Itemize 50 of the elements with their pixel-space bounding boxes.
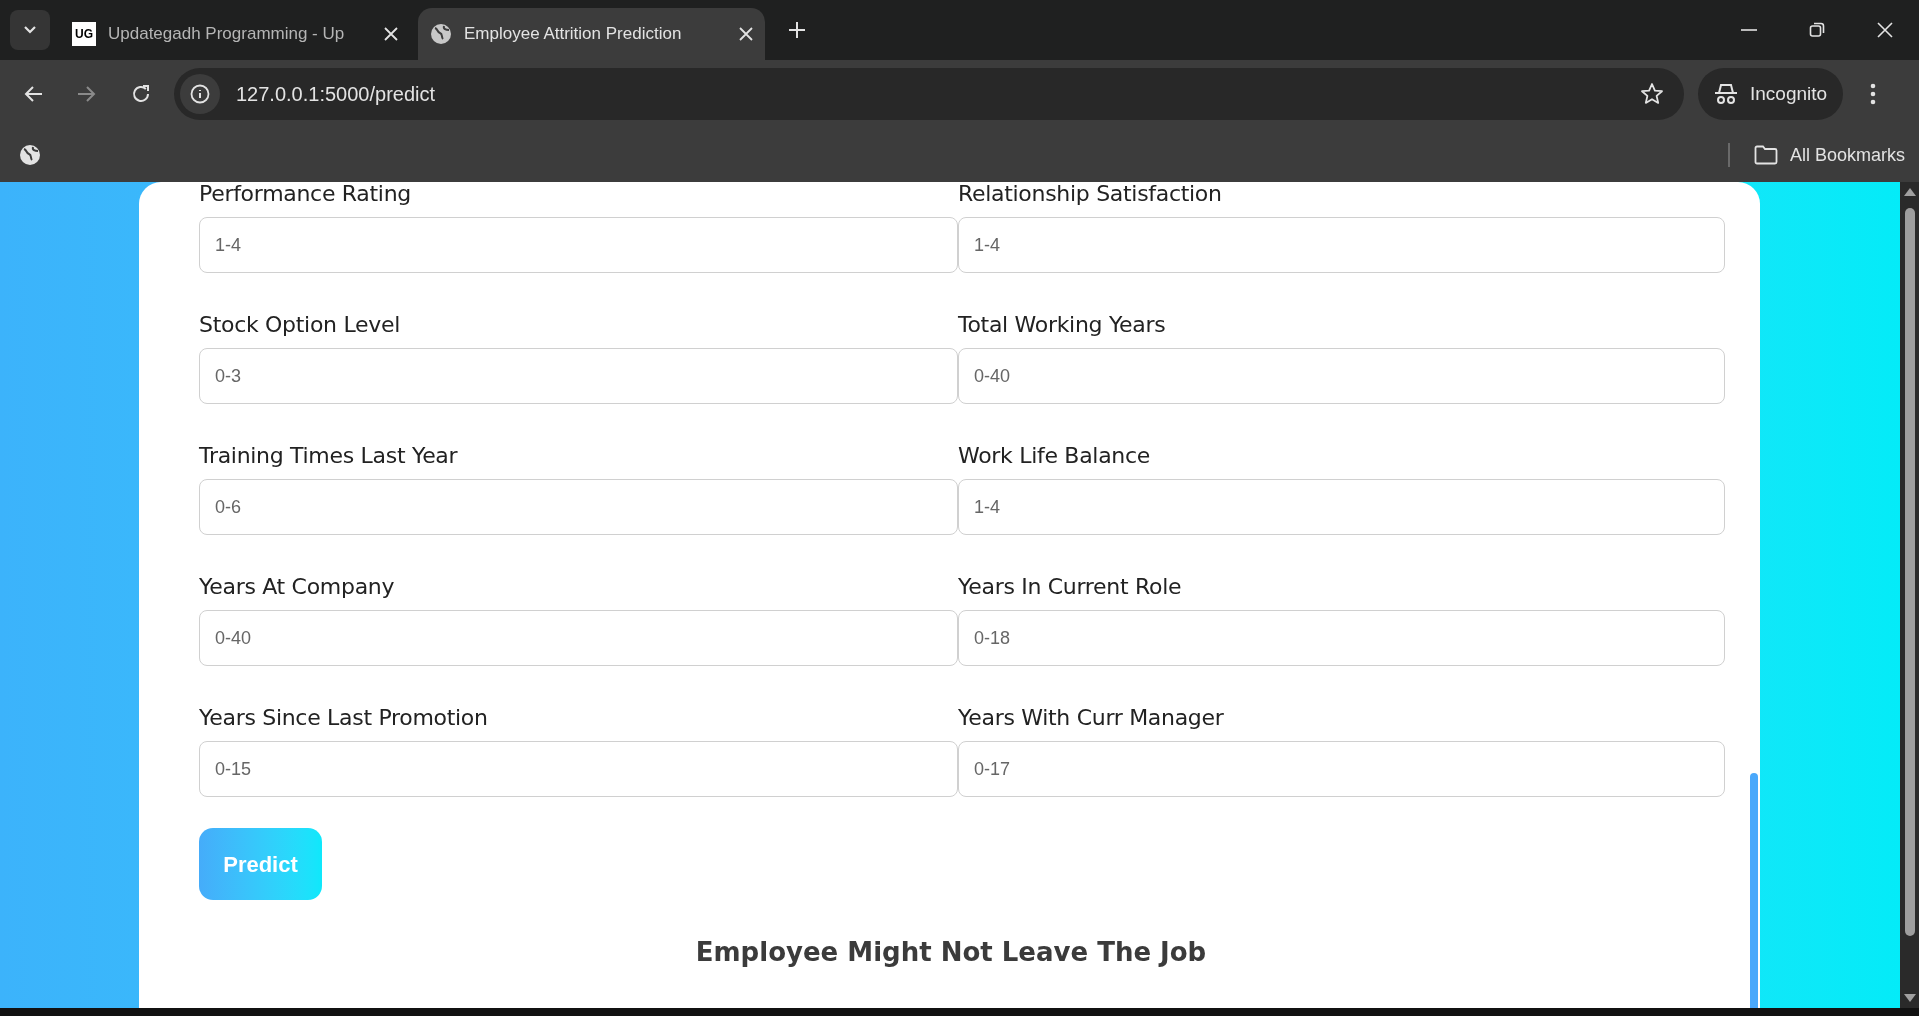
address-bar[interactable]: 127.0.0.1:5000/predict xyxy=(174,68,1684,120)
field-label: Years In Current Role xyxy=(958,575,1183,599)
forward-arrow-icon xyxy=(77,85,97,103)
scroll-up-icon[interactable] xyxy=(1903,188,1916,196)
close-icon xyxy=(1877,22,1893,38)
field-label: Work Life Balance xyxy=(958,444,1151,468)
site-info-button[interactable] xyxy=(180,74,220,114)
input-field[interactable]: 0-6 xyxy=(199,479,958,535)
field-label: Performance Rating xyxy=(199,182,412,206)
field-label: Relationship Satisfaction xyxy=(958,182,1223,206)
input-field[interactable]: 0-18 xyxy=(958,610,1725,666)
restore-icon xyxy=(1809,22,1825,38)
close-icon[interactable] xyxy=(739,27,753,41)
input-field[interactable]: 0-17 xyxy=(958,741,1725,797)
prediction-result: Employee Might Not Leave The Job xyxy=(694,936,1208,969)
field-label: Years At Company xyxy=(199,575,396,599)
browser-tab[interactable]: Employee Attrition Prediction xyxy=(418,8,765,60)
field-label: Years With Curr Manager xyxy=(958,706,1225,730)
plus-icon xyxy=(788,21,806,39)
field-label: Training Times Last Year xyxy=(199,444,459,468)
card-scrollbar[interactable] xyxy=(1750,773,1758,1008)
reload-icon xyxy=(131,84,151,104)
field-label: Years Since Last Promotion xyxy=(199,706,489,730)
chevron-down-icon xyxy=(23,25,37,35)
input-field[interactable]: 1-4 xyxy=(958,479,1725,535)
info-icon xyxy=(190,84,210,104)
close-icon[interactable] xyxy=(384,27,398,41)
back-arrow-icon xyxy=(23,85,43,103)
url-text: 127.0.0.1:5000/predict xyxy=(236,82,436,107)
field-label: Stock Option Level xyxy=(199,313,401,337)
folder-icon xyxy=(1753,145,1778,165)
tab-title: Updategadh Programming - Up xyxy=(108,23,345,46)
field-label: Total Working Years xyxy=(958,313,1167,337)
input-field[interactable]: 1-4 xyxy=(199,217,958,273)
browser-tab[interactable]: UG Updategadh Programming - Up xyxy=(60,8,410,60)
input-field[interactable]: 0-15 xyxy=(199,741,958,797)
bookmarks-folder[interactable]: All Bookmarks xyxy=(1753,141,1905,169)
input-field[interactable]: 0-3 xyxy=(199,348,958,404)
input-field[interactable]: 0-40 xyxy=(958,348,1725,404)
input-field[interactable]: 0-40 xyxy=(199,610,958,666)
page-scrollbar-thumb[interactable] xyxy=(1904,208,1915,936)
menu-icon xyxy=(1870,83,1877,105)
minimize-icon xyxy=(1741,29,1757,31)
star-icon[interactable] xyxy=(1640,82,1664,106)
input-field[interactable]: 1-4 xyxy=(958,217,1725,273)
scroll-down-icon[interactable] xyxy=(1903,994,1916,1002)
tab-title: Employee Attrition Prediction xyxy=(464,23,682,46)
incognito-button[interactable]: Incognito xyxy=(1698,68,1844,120)
site-logo-icon: UG xyxy=(72,22,96,46)
incognito-icon xyxy=(1714,83,1738,105)
